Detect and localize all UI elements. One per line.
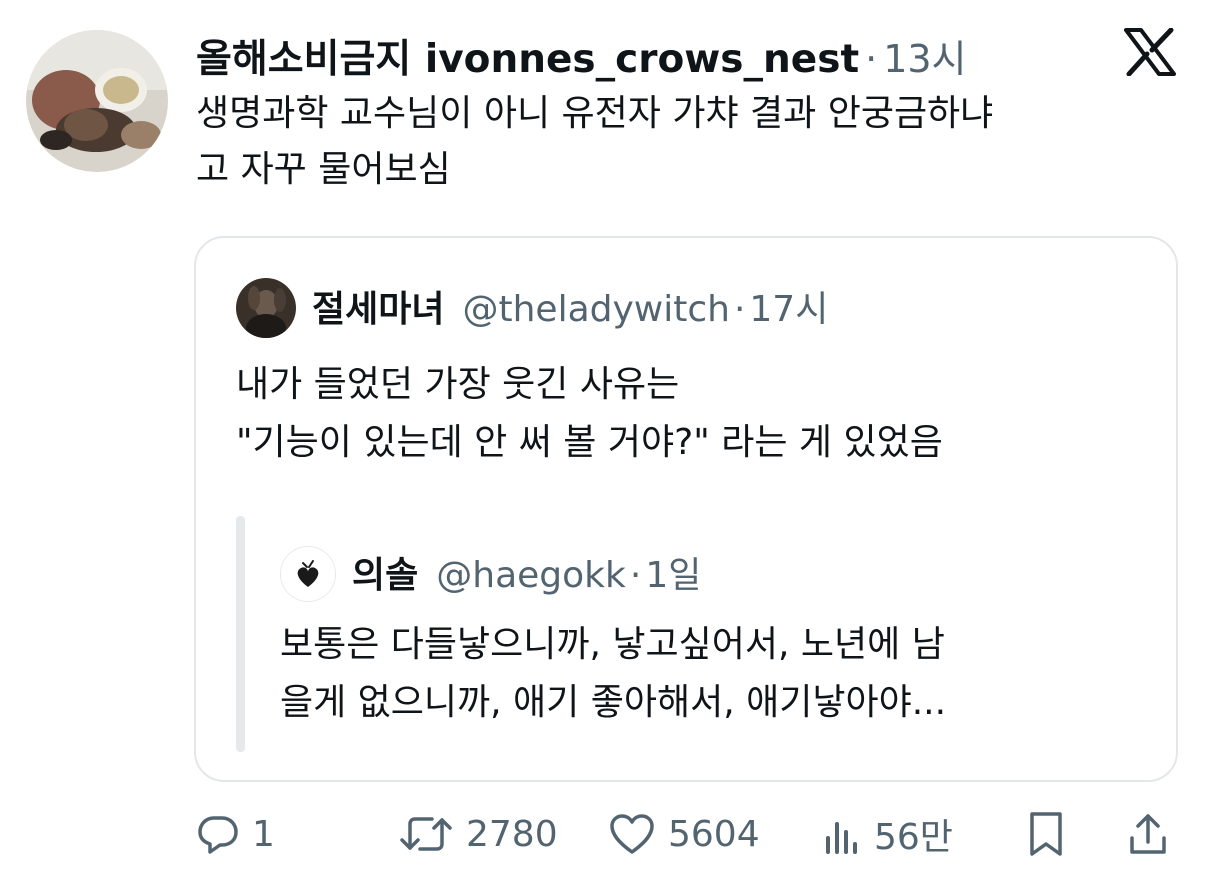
share-button[interactable]	[1126, 806, 1170, 862]
thread-line	[236, 516, 245, 752]
separator-dot: ·	[865, 37, 878, 81]
nested-quote[interactable]: 의솔 @haegokk · 1일 보통은 다들낳으니까, 낳고싶어서, 노년에 …	[236, 516, 1136, 752]
action-bar: 1 2780 5604 56만	[196, 806, 1176, 862]
reply-icon	[196, 812, 240, 856]
separator-dot: ·	[733, 289, 746, 330]
views-count: 56만	[874, 817, 953, 858]
heart-icon	[608, 812, 656, 856]
quoted-display-name: 절세마녀	[312, 289, 445, 330]
author-display-name[interactable]: 올해소비금지 ivonnes_crows_nest	[196, 28, 859, 84]
nested-text-line: 을게 없으니까, 애기 좋아해서, 애기낳아야...	[280, 682, 947, 723]
bookmark-icon	[1026, 810, 1066, 858]
reply-count: 1	[252, 813, 275, 855]
tweet-timestamp[interactable]: 13시	[883, 28, 966, 83]
retweet-count: 2780	[466, 813, 558, 855]
nested-handle: @haegokk	[436, 555, 626, 596]
nested-author-avatar	[280, 546, 336, 602]
tweet-text: 생명과학 교수님이 아니 유전자 가챠 결과 안궁금하냐 고 자꾸 물어보심	[196, 86, 1186, 198]
quoted-text-line: 내가 들었던 가장 웃긴 사유는	[236, 364, 680, 405]
nested-timestamp: 1일	[645, 555, 702, 596]
nested-display-name: 의솔	[352, 555, 419, 596]
share-icon	[1126, 810, 1170, 858]
quoted-tweet-text: 내가 들었던 가장 웃긴 사유는 "기능이 있는데 안 써 볼 거야?" 라는 …	[236, 356, 1136, 472]
quoted-timestamp: 17시	[749, 289, 829, 330]
views-icon	[822, 812, 862, 856]
like-count: 5604	[668, 813, 760, 855]
reply-button[interactable]: 1	[196, 806, 275, 862]
retweet-button[interactable]: 2780	[398, 806, 558, 862]
quoted-handle: @theladywitch	[462, 289, 730, 330]
bookmark-button[interactable]	[1026, 806, 1066, 862]
author-avatar[interactable]	[26, 30, 168, 172]
tweet-header: 올해소비금지 ivonnes_crows_nest · 13시	[196, 28, 967, 83]
quoted-tweet-header: 절세마녀 @theladywitch · 17시	[312, 280, 828, 332]
retweet-icon	[398, 812, 454, 856]
views-button[interactable]: 56만	[822, 806, 953, 862]
quoted-author-avatar	[236, 278, 296, 338]
quoted-text-line: "기능이 있는데 안 써 볼 거야?" 라는 게 있었음	[236, 422, 943, 463]
nested-text: 보통은 다들낳으니까, 낳고싶어서, 노년에 남 을게 없으니까, 애기 좋아해…	[280, 616, 1110, 732]
nested-text-line: 보통은 다들낳으니까, 낳고싶어서, 노년에 남	[280, 624, 945, 665]
tweet-text-line: 고 자꾸 물어보심	[196, 149, 451, 190]
tweet-text-line: 생명과학 교수님이 아니 유전자 가챠 결과 안궁금하냐	[196, 93, 994, 134]
like-button[interactable]: 5604	[608, 806, 760, 862]
separator-dot: ·	[629, 555, 642, 596]
x-logo-icon	[1124, 27, 1176, 77]
nested-header: 의솔 @haegokk · 1일	[352, 546, 701, 598]
quoted-tweet-card[interactable]: 절세마녀 @theladywitch · 17시 내가 들었던 가장 웃긴 사유…	[194, 236, 1178, 782]
